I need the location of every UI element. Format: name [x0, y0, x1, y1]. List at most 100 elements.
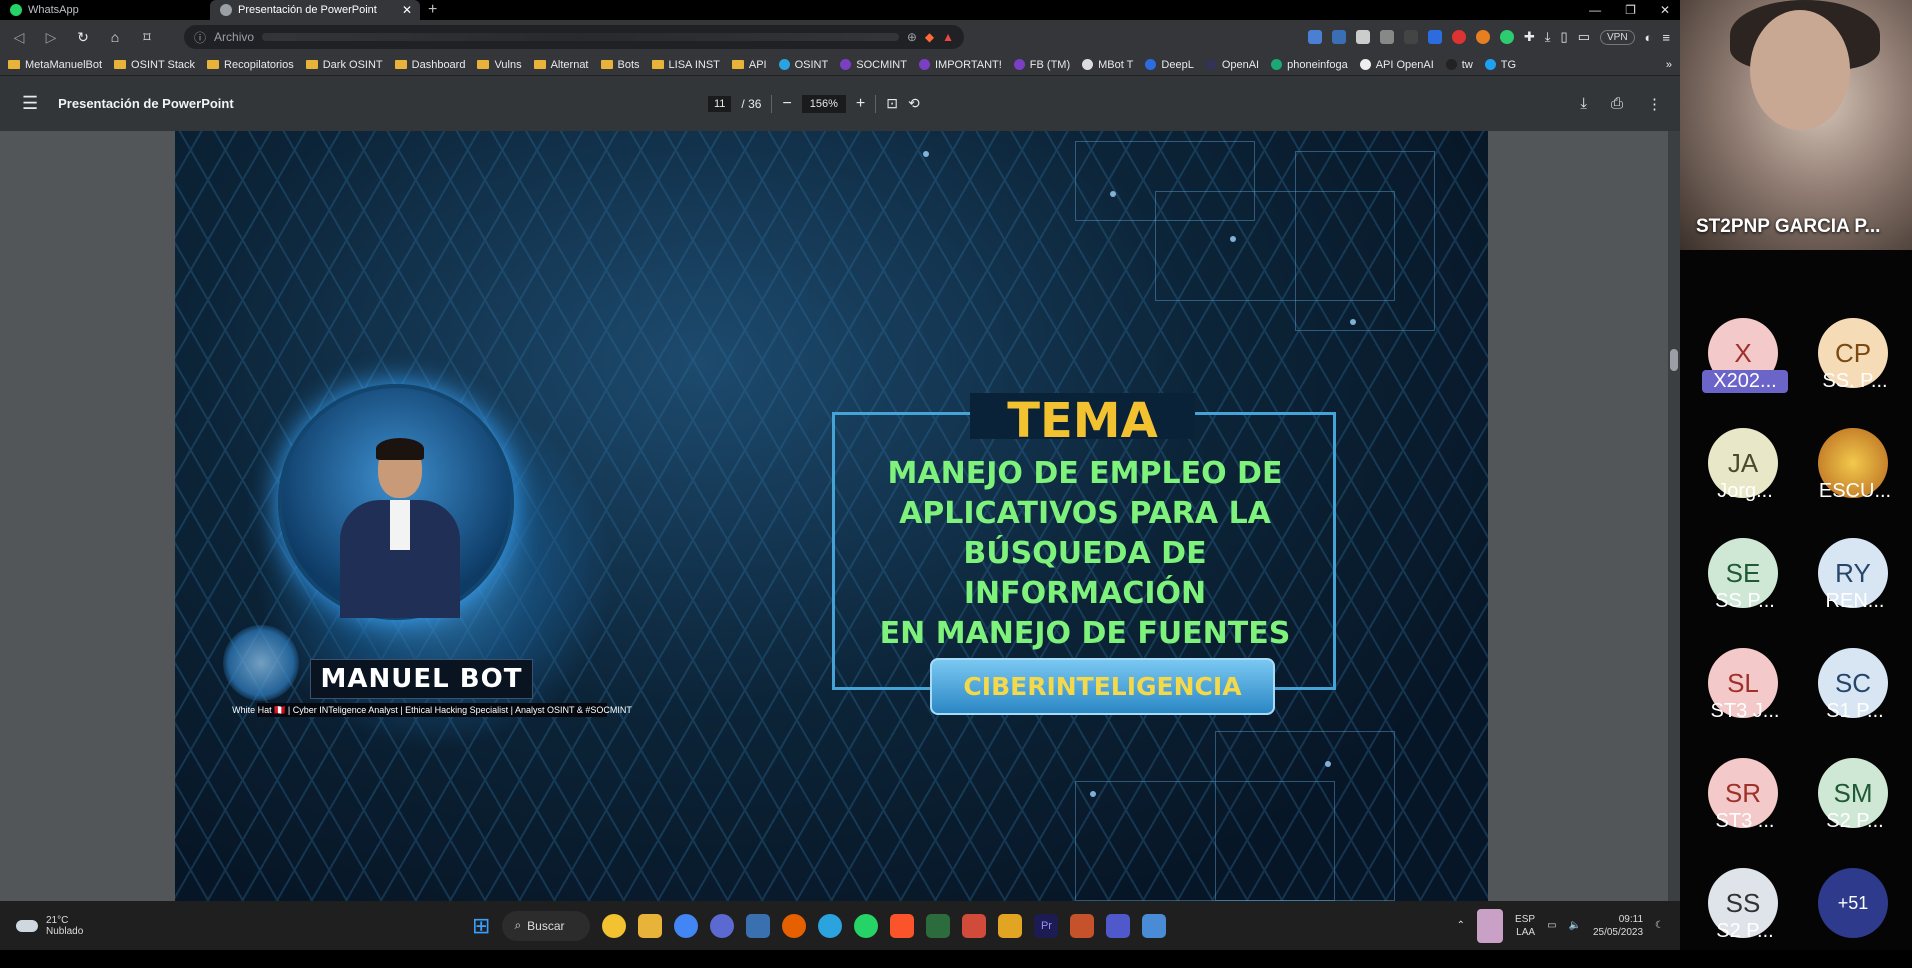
teams-icon[interactable] [1106, 913, 1131, 938]
bookmarks-overflow-button[interactable]: » [1666, 59, 1672, 71]
back-button[interactable]: ◁ [10, 29, 28, 46]
notepad-icon[interactable] [1142, 913, 1167, 938]
brave-shield-icon[interactable]: ◆ [925, 30, 934, 44]
notifications-icon[interactable]: ☾ [1655, 920, 1664, 931]
download-icon[interactable]: ⤓ [1545, 29, 1551, 45]
extension-icon[interactable] [1307, 30, 1322, 44]
reload-button[interactable]: ↻ [74, 29, 92, 46]
telegram-icon[interactable] [818, 913, 843, 938]
extension-icon[interactable] [1355, 30, 1370, 44]
bookmark-item[interactable]: OSINT [778, 59, 828, 71]
bookmark-icon[interactable]: ⌑ [138, 29, 156, 46]
extension-icon[interactable] [1427, 30, 1442, 44]
extension-icon[interactable] [1403, 30, 1418, 44]
print-icon[interactable]: ⎙ [1611, 95, 1623, 113]
zoom-in-button[interactable]: + [856, 95, 865, 113]
menu-icon[interactable]: ≡ [1662, 30, 1670, 45]
weather-widget[interactable]: 21°C Nublado [16, 915, 83, 937]
zoom-input[interactable]: 156% [801, 94, 846, 113]
premiere-icon[interactable]: Pr [1034, 913, 1059, 938]
vertical-scrollbar[interactable] [1668, 131, 1680, 901]
app-icon[interactable] [998, 913, 1023, 938]
active-speaker-video[interactable]: ST2PNP GARCIA P... [1680, 0, 1912, 250]
app-icon[interactable] [746, 913, 771, 938]
clock[interactable]: 09:11 25/05/2023 [1593, 913, 1643, 939]
participant-tile[interactable]: ESCU... [1790, 428, 1900, 528]
rotate-icon[interactable]: ⟲ [908, 95, 920, 112]
minimize-button[interactable]: — [1589, 3, 1601, 17]
bookmark-item[interactable]: SOCMINT [840, 59, 907, 71]
bookmark-item[interactable]: OSINT Stack [114, 59, 195, 71]
tab-powerpoint[interactable]: Presentación de PowerPoint ✕ [210, 0, 420, 20]
bookmark-item[interactable]: Recopilatorios [207, 59, 294, 71]
more-options-icon[interactable]: ⋮ [1647, 95, 1662, 113]
participant-tile[interactable]: CP SS. P... [1790, 318, 1900, 418]
info-icon[interactable]: ⓘ [194, 29, 206, 46]
app-icon[interactable] [602, 913, 627, 938]
fit-page-icon[interactable]: ⊡ [886, 95, 898, 112]
participant-tile[interactable]: JA Jorg... [1680, 428, 1790, 528]
extension-icon[interactable] [1475, 30, 1490, 44]
zoom-icon[interactable]: ⊕ [907, 30, 917, 44]
network-icon[interactable]: ▭ [1547, 920, 1556, 931]
pdf-viewer[interactable]: MANUEL BOT White Hat 🇵🇪 | Cyber INTelige… [0, 131, 1680, 901]
firefox-icon[interactable] [782, 913, 807, 938]
bookmark-item[interactable]: OpenAI [1205, 59, 1259, 71]
file-explorer-icon[interactable] [638, 913, 663, 938]
app-icon[interactable] [962, 913, 987, 938]
bookmark-item[interactable]: phoneinfoga [1271, 59, 1348, 71]
vpn-button[interactable]: VPN [1599, 29, 1635, 45]
forward-button[interactable]: ▷ [42, 29, 60, 46]
bookmark-item[interactable]: Alternat [533, 59, 589, 71]
extension-icon[interactable] [1451, 30, 1466, 44]
bookmark-item[interactable]: Dashboard [394, 59, 465, 71]
tab-whatsapp[interactable]: WhatsApp [0, 0, 210, 20]
bookmark-item[interactable]: API OpenAI [1359, 59, 1434, 71]
microphone-icon[interactable] [1477, 908, 1504, 943]
home-button[interactable]: ⌂ [106, 29, 124, 45]
maximize-button[interactable]: ❐ [1625, 3, 1636, 17]
bookmark-item[interactable]: MetaManuelBot [8, 59, 102, 71]
participant-tile[interactable]: SE SS P... [1680, 538, 1790, 638]
close-tab-icon[interactable]: ✕ [402, 3, 412, 17]
close-window-button[interactable]: ✕ [1660, 3, 1670, 17]
brave-icon[interactable] [890, 913, 915, 938]
brave-active-icon[interactable] [1070, 913, 1095, 938]
sidebar-icon[interactable]: ▯ [1561, 29, 1568, 45]
bookmark-item[interactable]: API [731, 59, 767, 71]
zoom-out-button[interactable]: − [782, 95, 791, 113]
vpn-app-icon[interactable] [710, 913, 735, 938]
scrollbar-thumb[interactable] [1670, 349, 1678, 371]
search-button[interactable]: ⌕ Buscar [502, 910, 591, 941]
windows-start-icon[interactable]: ⊞ [472, 913, 490, 939]
extension-icon[interactable] [1379, 30, 1394, 44]
bookmark-item[interactable]: LISA INST [651, 59, 720, 71]
puzzle-icon[interactable]: ✚ [1524, 29, 1535, 45]
menu-icon[interactable]: ☰ [22, 93, 38, 114]
profile-icon[interactable]: ◐ [1645, 30, 1653, 45]
bookmark-item[interactable]: Dark OSINT [305, 59, 383, 71]
bookmark-item[interactable]: tw [1445, 59, 1473, 71]
participant-tile[interactable]: RY REN... [1790, 538, 1900, 638]
participant-tile[interactable]: SL ST3 J... [1680, 648, 1790, 748]
participant-tile[interactable]: X X202... [1680, 318, 1790, 418]
volume-icon[interactable]: 🔈 [1569, 920, 1581, 931]
bookmark-item[interactable]: MBot T [1082, 59, 1133, 71]
new-tab-button[interactable]: + [428, 1, 437, 19]
download-icon[interactable]: ⤓ [1580, 95, 1587, 113]
bookmark-item[interactable]: TG [1484, 59, 1516, 71]
bookmark-item[interactable]: FB (TM) [1013, 59, 1070, 71]
page-number-input[interactable]: 11 [708, 95, 732, 112]
participant-tile[interactable]: SR ST3 ... [1680, 758, 1790, 858]
extension-icon[interactable] [1331, 30, 1346, 44]
bookmark-item[interactable]: DeepL [1145, 59, 1194, 71]
bookmark-item[interactable]: Bots [600, 59, 640, 71]
terminal-icon[interactable] [926, 913, 951, 938]
chrome-icon[interactable] [674, 913, 699, 938]
extension-icon[interactable] [1499, 30, 1514, 44]
chevron-up-icon[interactable]: ⌃ [1457, 920, 1465, 931]
whatsapp-icon[interactable] [854, 913, 879, 938]
participant-tile[interactable]: SM S2 P... [1790, 758, 1900, 858]
participant-tile[interactable]: SS S2 P... [1680, 868, 1790, 968]
bookmark-item[interactable]: IMPORTANT! [918, 59, 1002, 71]
